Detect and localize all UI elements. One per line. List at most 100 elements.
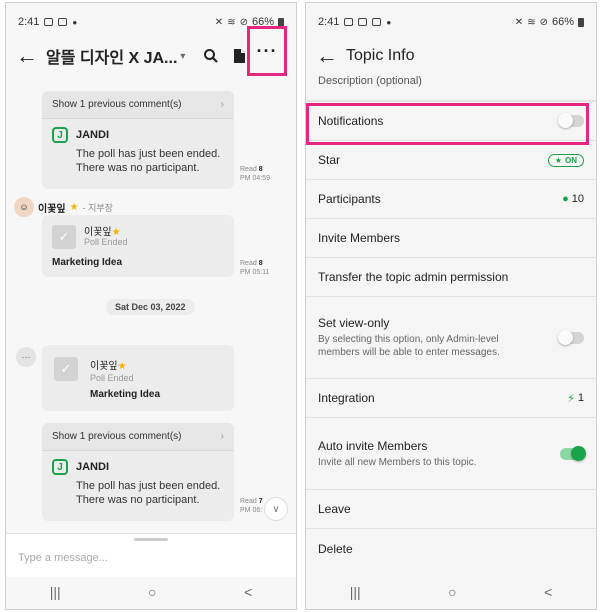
system-line-2: There was no participant.: [76, 162, 200, 174]
view-only-toggle[interactable]: [558, 329, 584, 345]
chat-screen: 2:41 ● ✕ ≋ ⊘ 66% ← 알뜰 디자인 X JA... ▾ ··· …: [5, 2, 297, 610]
recent-apps-button[interactable]: |||: [350, 584, 361, 600]
system-line-2: There was no participant.: [76, 494, 200, 506]
more-icon: ···: [256, 40, 278, 61]
notification-icon: [44, 18, 54, 26]
battery-icon: [578, 17, 584, 27]
back-arrow-icon[interactable]: ←: [316, 45, 346, 67]
star-label: Star: [318, 153, 341, 167]
read-receipt: Read 8 PM 05:11: [240, 259, 269, 277]
sender-row: ☺ 이꽃잎 ★ - 지부장: [14, 197, 113, 217]
topic-title[interactable]: 알뜰 디자인 X JA...: [46, 44, 177, 68]
chevron-down-icon[interactable]: ▾: [180, 51, 185, 62]
system-line-1: The poll has just been ended.: [76, 148, 221, 160]
poll-card[interactable]: ✓ 이꽃잎★ Poll Ended Marketing Idea: [42, 215, 234, 277]
poll-title: Marketing Idea: [52, 257, 123, 268]
show-previous-comments[interactable]: Show 1 previous comment(s) ›: [42, 91, 234, 119]
plug-icon: ⚡: [567, 392, 575, 405]
date-divider: Sat Dec 03, 2022: [106, 299, 195, 315]
comment-card: Show 1 previous comment(s) › J JANDI The…: [42, 423, 234, 521]
star-icon: ★: [69, 201, 79, 213]
dot-icon: ●: [72, 17, 78, 27]
view-only-desc-line-1: By selecting this option, only Admin-lev…: [318, 334, 499, 345]
mute-icon: ✕: [214, 16, 224, 28]
auto-invite-row[interactable]: Auto invite Members Invite all new Membe…: [306, 418, 596, 490]
read-count: 8: [258, 166, 263, 173]
message-time: PM 05:11: [240, 269, 270, 276]
view-only-description: By selecting this option, only Admin-lev…: [318, 333, 500, 359]
dot-icon: ●: [386, 17, 392, 27]
message-time: PM 06:: [240, 507, 263, 514]
view-only-row[interactable]: Set view-only By selecting this option, …: [306, 297, 596, 379]
transfer-admin-label: Transfer the topic admin permission: [318, 270, 509, 284]
person-icon: ●: [562, 193, 569, 205]
sender-name[interactable]: 이꽃잎: [38, 200, 66, 215]
bot-row: J JANDI: [42, 119, 234, 147]
star-icon: ★: [117, 361, 127, 372]
message-list[interactable]: Show 1 previous comment(s) › J JANDI The…: [6, 77, 296, 527]
home-button[interactable]: ○: [148, 584, 156, 600]
invite-members-row[interactable]: Invite Members: [306, 219, 596, 258]
search-icon[interactable]: [197, 48, 225, 64]
system-back-button[interactable]: <: [244, 584, 252, 600]
scroll-down-button[interactable]: ∨: [264, 497, 288, 521]
topic-info-screen: 2:41 ● ✕ ≋ ⊘ 66% ← Topic Info Descriptio…: [305, 2, 597, 610]
star-badge[interactable]: ★ ON: [547, 153, 584, 167]
more-options-button[interactable]: ···: [247, 26, 287, 76]
delete-row[interactable]: Delete: [306, 529, 596, 568]
system-back-button[interactable]: <: [544, 584, 552, 600]
participants-count: 10: [571, 193, 584, 205]
read-receipt: Read 7 PM 06:: [240, 497, 263, 515]
poll-card[interactable]: ✓ 이꽃잎★ Poll Ended Marketing Idea: [42, 345, 234, 411]
mute-icon: ✕: [514, 16, 524, 28]
poll-author: 이꽃잎: [90, 361, 118, 372]
avatar[interactable]: ☺: [14, 197, 34, 217]
auto-invite-toggle[interactable]: [560, 445, 586, 461]
chevron-right-icon: ›: [220, 431, 224, 442]
system-message: The poll has just been ended. There was …: [42, 479, 234, 507]
drag-handle[interactable]: [134, 538, 168, 541]
bot-avatar: ···: [16, 347, 36, 367]
message-input[interactable]: Type a message...: [18, 552, 108, 564]
message-composer: Type a message...: [6, 533, 296, 577]
leave-label: Leave: [318, 502, 351, 516]
jandi-logo-icon: J: [52, 127, 68, 143]
home-button[interactable]: ○: [448, 584, 456, 600]
read-label: Read: [240, 498, 257, 505]
participants-row[interactable]: Participants ● 10: [306, 180, 596, 219]
jandi-logo-icon: J: [52, 459, 68, 475]
poll-check-icon: ✓: [54, 357, 78, 381]
recent-apps-button[interactable]: |||: [50, 584, 61, 600]
integration-label: Integration: [318, 391, 375, 405]
back-arrow-icon[interactable]: ←: [16, 45, 46, 67]
participants-label: Participants: [318, 192, 381, 206]
show-previous-comments[interactable]: Show 1 previous comment(s) ›: [42, 423, 234, 451]
no-signal-icon: ⊘: [539, 16, 548, 28]
bot-name: JANDI: [76, 129, 110, 141]
transfer-admin-row[interactable]: Transfer the topic admin permission: [306, 258, 596, 297]
read-count: 8: [258, 260, 263, 267]
integration-row[interactable]: Integration ⚡ 1: [306, 379, 596, 418]
description-field[interactable]: Description (optional): [306, 71, 596, 101]
message-icon: [58, 18, 68, 26]
show-previous-label: Show 1 previous comment(s): [52, 431, 182, 442]
read-count: 7: [258, 498, 263, 505]
read-receipt: Read 8 PM 04:59: [240, 165, 270, 183]
notifications-highlight: [306, 103, 589, 145]
star-status: ON: [565, 155, 577, 165]
poll-status: Poll Ended: [90, 373, 134, 383]
integration-count: 1: [577, 392, 584, 404]
status-bar: 2:41 ● ✕ ≋ ⊘ 66%: [306, 3, 596, 41]
poll-author-row: 이꽃잎★: [84, 223, 121, 238]
star-row[interactable]: Star ★ ON: [306, 141, 596, 180]
wifi-icon: ≋: [227, 16, 236, 28]
poll-check-icon: ✓: [52, 225, 76, 249]
bot-row: J JANDI: [42, 451, 234, 479]
invite-members-label: Invite Members: [318, 231, 401, 245]
show-previous-label: Show 1 previous comment(s): [52, 99, 182, 110]
read-label: Read: [240, 166, 257, 173]
poll-author-row: 이꽃잎★: [90, 357, 127, 372]
system-nav-bar: ||| ○ <: [6, 575, 296, 609]
notification-icon: [372, 18, 382, 26]
leave-row[interactable]: Leave: [306, 490, 596, 529]
